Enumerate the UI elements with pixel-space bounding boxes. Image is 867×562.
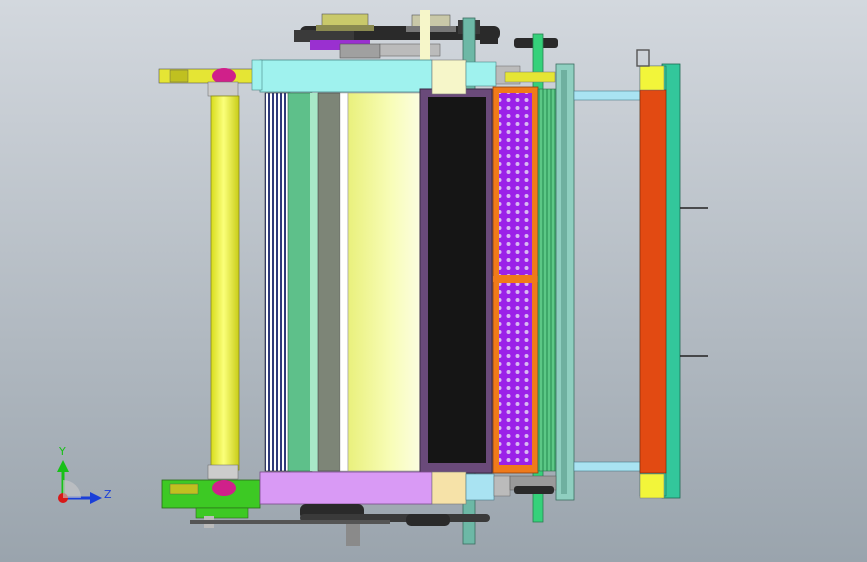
red-panel	[639, 89, 667, 474]
dark-panel	[428, 97, 486, 463]
hole-grid-upper	[499, 93, 532, 275]
y-axis-label: Y	[58, 445, 66, 458]
yellow-roller	[210, 95, 240, 471]
perforated-panel[interactable]	[492, 86, 539, 474]
navy-slats	[264, 92, 291, 472]
gray-drum	[317, 92, 341, 472]
hole-grid-lower	[499, 283, 532, 465]
upper-rod	[573, 90, 641, 101]
lower-rod	[573, 461, 641, 472]
top-cyan-block[interactable]	[259, 59, 433, 93]
bottom-purple-block	[259, 471, 433, 505]
machine-assembly-view[interactable]: Y Z	[0, 0, 867, 562]
drum-stack[interactable]	[264, 92, 421, 472]
z-axis-label: Z	[104, 488, 112, 501]
cad-viewport[interactable]: Y Z	[0, 0, 867, 562]
dark-panel-assembly[interactable]	[419, 88, 493, 474]
pale-yellow-drum	[347, 92, 421, 472]
green-drum	[287, 92, 313, 472]
